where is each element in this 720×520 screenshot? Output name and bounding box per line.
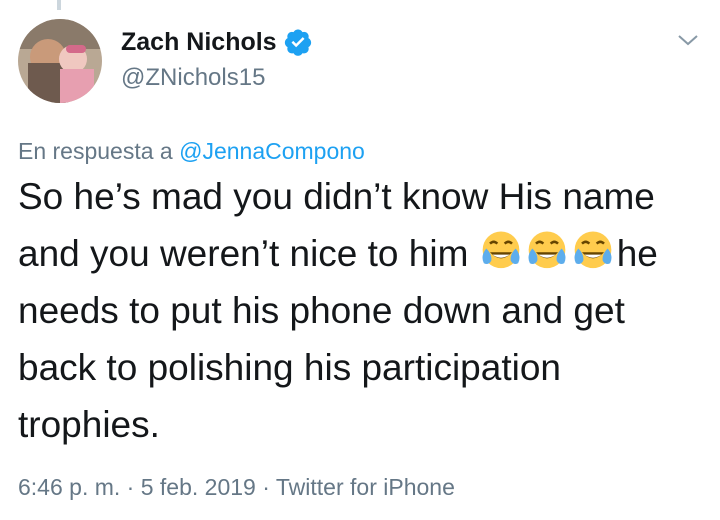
author-name[interactable]: Zach Nichols [121, 28, 277, 57]
reply-context: En respuesta a @JennaCompono [18, 138, 365, 165]
face-with-tears-of-joy-icon [574, 231, 612, 269]
verified-badge-icon [284, 29, 311, 56]
avatar-photo-icon [18, 19, 102, 103]
tweet-time[interactable]: 6:46 p. m. [18, 474, 120, 500]
tweet-date[interactable]: 5 feb. 2019 [141, 474, 256, 500]
author-handle[interactable]: @ZNichols15 [121, 64, 265, 92]
face-with-tears-of-joy-icon [482, 231, 520, 269]
thread-connector-line [57, 0, 61, 10]
tweet-source[interactable]: Twitter for iPhone [276, 474, 455, 500]
face-with-tears-of-joy-icon [528, 231, 566, 269]
meta-separator: · [126, 474, 135, 500]
avatar[interactable] [18, 19, 102, 103]
meta-separator: · [262, 474, 270, 500]
emoji-group [479, 229, 615, 273]
tweet-text: So he’s mad you didn’t know His name and… [18, 168, 708, 453]
reply-prefix: En respuesta a [18, 138, 173, 164]
chevron-down-icon[interactable] [676, 30, 700, 50]
tweet-metadata: 6:46 p. m. · 5 feb. 2019 · Twitter for i… [18, 474, 455, 501]
reply-mention-link[interactable]: @JennaCompono [179, 138, 365, 164]
